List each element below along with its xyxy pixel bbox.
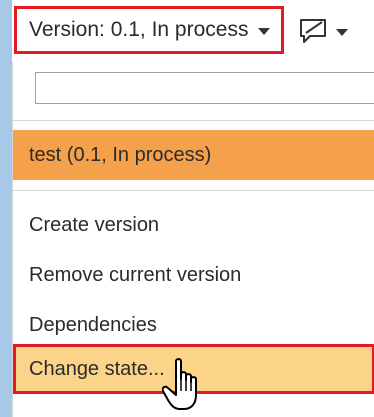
menu-item-dependencies[interactable]: Dependencies	[13, 302, 374, 348]
menu-item-create-version[interactable]: Create version	[13, 202, 374, 248]
menu-item-label: Create version	[29, 213, 160, 236]
menu-item-label: Dependencies	[29, 313, 157, 336]
version-label: Version: 0.1, In process	[29, 18, 249, 41]
current-version-label: test (0.1, In process)	[29, 143, 212, 166]
menu-item-label: Remove current version	[29, 263, 242, 286]
version-search-input[interactable]	[35, 72, 374, 104]
menu-divider	[13, 120, 374, 121]
comment-icon	[300, 19, 326, 43]
toolbar: Version: 0.1, In process	[12, 0, 374, 62]
menu-divider	[13, 190, 374, 191]
menu-item-label: Change state...	[29, 357, 165, 380]
version-dropdown-button[interactable]: Version: 0.1, In process	[14, 6, 284, 54]
chevron-down-icon	[336, 28, 348, 36]
current-version-item[interactable]: test (0.1, In process)	[13, 130, 374, 180]
comment-dropdown-button[interactable]	[296, 14, 356, 46]
menu-item-remove-current-version[interactable]: Remove current version	[13, 252, 374, 298]
hand-pointer-icon	[162, 358, 197, 410]
chevron-down-icon	[258, 27, 271, 35]
window-edge	[0, 0, 12, 417]
